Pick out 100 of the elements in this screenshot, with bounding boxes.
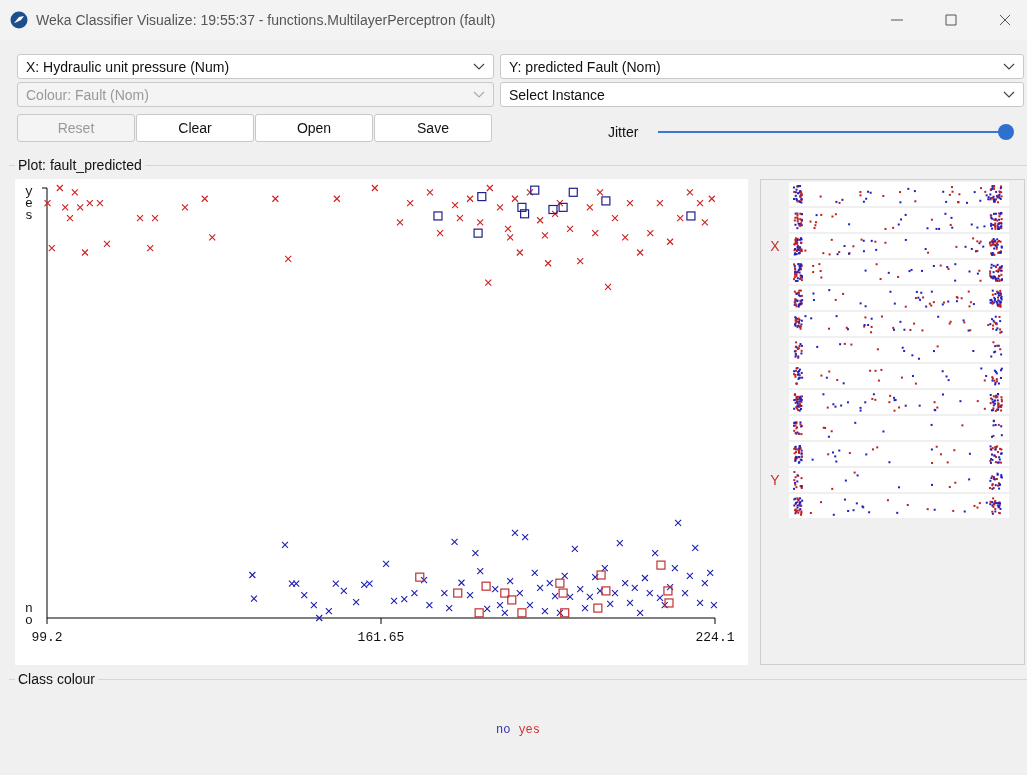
data-point xyxy=(636,609,644,617)
data-point xyxy=(701,218,709,226)
data-point xyxy=(646,229,654,237)
window-title: Weka Classifier Visualize: 19:55:37 - functions.MultilayerPerceptron (fault) xyxy=(36,12,497,28)
data-point xyxy=(581,604,589,612)
attribute-strip[interactable] xyxy=(789,390,1009,414)
data-point xyxy=(616,539,624,547)
data-point xyxy=(382,560,390,568)
data-point xyxy=(451,201,459,209)
data-point xyxy=(516,248,524,257)
attribute-strip[interactable] xyxy=(789,286,1009,310)
app-icon xyxy=(10,11,28,29)
data-point xyxy=(66,214,74,222)
dropdown[interactable]: Select Instance xyxy=(500,82,1024,107)
data-point xyxy=(250,595,258,603)
data-point xyxy=(663,586,673,596)
toolbar-button[interactable]: Save xyxy=(374,114,492,142)
attribute-strip[interactable] xyxy=(789,468,1009,492)
data-point xyxy=(611,214,619,222)
data-point xyxy=(300,591,308,599)
data-point xyxy=(558,588,568,598)
data-point xyxy=(710,601,718,609)
data-point xyxy=(310,601,318,609)
data-point xyxy=(511,529,519,537)
data-point xyxy=(676,214,684,222)
data-point xyxy=(593,603,603,613)
data-point xyxy=(696,599,704,607)
attribute-strip[interactable] xyxy=(789,182,1009,206)
data-point xyxy=(44,199,52,207)
group-title: Plot: fault_predicted xyxy=(15,157,145,173)
close-icon[interactable] xyxy=(999,14,1011,26)
attribute-strip[interactable] xyxy=(789,442,1009,466)
attribute-strip[interactable] xyxy=(789,260,1009,284)
data-point xyxy=(601,586,611,596)
tick-label: 99.2 xyxy=(31,630,63,645)
data-point xyxy=(151,214,159,222)
attribute-strip[interactable] xyxy=(789,234,1009,258)
data-point xyxy=(631,584,639,592)
data-point xyxy=(201,195,209,203)
data-point xyxy=(476,218,484,226)
data-point xyxy=(484,279,492,287)
data-point xyxy=(284,255,292,263)
data-point xyxy=(81,248,89,257)
data-point xyxy=(507,595,517,605)
slider-thumb[interactable] xyxy=(998,124,1015,140)
data-point xyxy=(436,229,444,237)
chevron-icon xyxy=(1003,62,1015,71)
attribute-strip[interactable] xyxy=(789,364,1009,388)
data-point xyxy=(208,233,216,241)
data-point xyxy=(681,589,689,597)
attribute-strip[interactable] xyxy=(789,312,1009,336)
data-point xyxy=(604,283,612,291)
data-point xyxy=(471,549,479,557)
jitter-label: Jitter xyxy=(608,124,639,140)
data-point xyxy=(517,608,527,618)
data-point xyxy=(61,203,69,211)
data-point xyxy=(71,188,79,196)
data-point xyxy=(315,614,323,622)
attribute-strip[interactable] xyxy=(789,208,1009,232)
data-point xyxy=(281,541,289,549)
data-point xyxy=(558,202,568,212)
data-point xyxy=(56,184,64,192)
data-point xyxy=(686,211,696,221)
legend-label: yes xyxy=(518,723,540,737)
data-point xyxy=(410,589,418,597)
data-point xyxy=(576,585,584,593)
data-point xyxy=(474,608,484,618)
attribute-strip[interactable] xyxy=(789,416,1009,440)
tick-label: 224.1 xyxy=(695,630,735,645)
dropdown[interactable]: X: Hydraulic unit pressure (Num) xyxy=(17,54,494,79)
data-point xyxy=(706,569,714,577)
data-point xyxy=(571,545,579,553)
data-point xyxy=(136,214,144,222)
legend-label: no xyxy=(496,723,511,737)
data-point xyxy=(686,188,694,196)
chevron-icon xyxy=(473,62,485,71)
data-point xyxy=(591,229,599,237)
data-point xyxy=(445,604,453,612)
data-point xyxy=(664,598,674,608)
maximize-icon[interactable] xyxy=(945,14,957,26)
attribute-strip[interactable] xyxy=(789,338,1009,362)
data-point xyxy=(453,588,463,598)
data-point xyxy=(451,538,459,546)
dropdown[interactable]: Y: predicted Fault (Nom) xyxy=(500,54,1024,79)
data-point xyxy=(566,225,574,233)
attribute-strip[interactable] xyxy=(789,494,1009,518)
data-point xyxy=(626,599,634,607)
data-point xyxy=(656,199,664,207)
toolbar-button[interactable]: Open xyxy=(255,114,373,142)
chevron-icon xyxy=(473,90,485,99)
data-point xyxy=(506,577,514,585)
data-point xyxy=(271,195,279,203)
toolbar-button[interactable]: Clear xyxy=(136,114,254,142)
data-point xyxy=(691,544,699,552)
data-point xyxy=(333,195,341,203)
data-point xyxy=(496,203,504,211)
data-point xyxy=(520,209,530,219)
chevron-icon xyxy=(1003,90,1015,99)
data-point xyxy=(621,579,629,587)
data-point xyxy=(521,533,529,541)
